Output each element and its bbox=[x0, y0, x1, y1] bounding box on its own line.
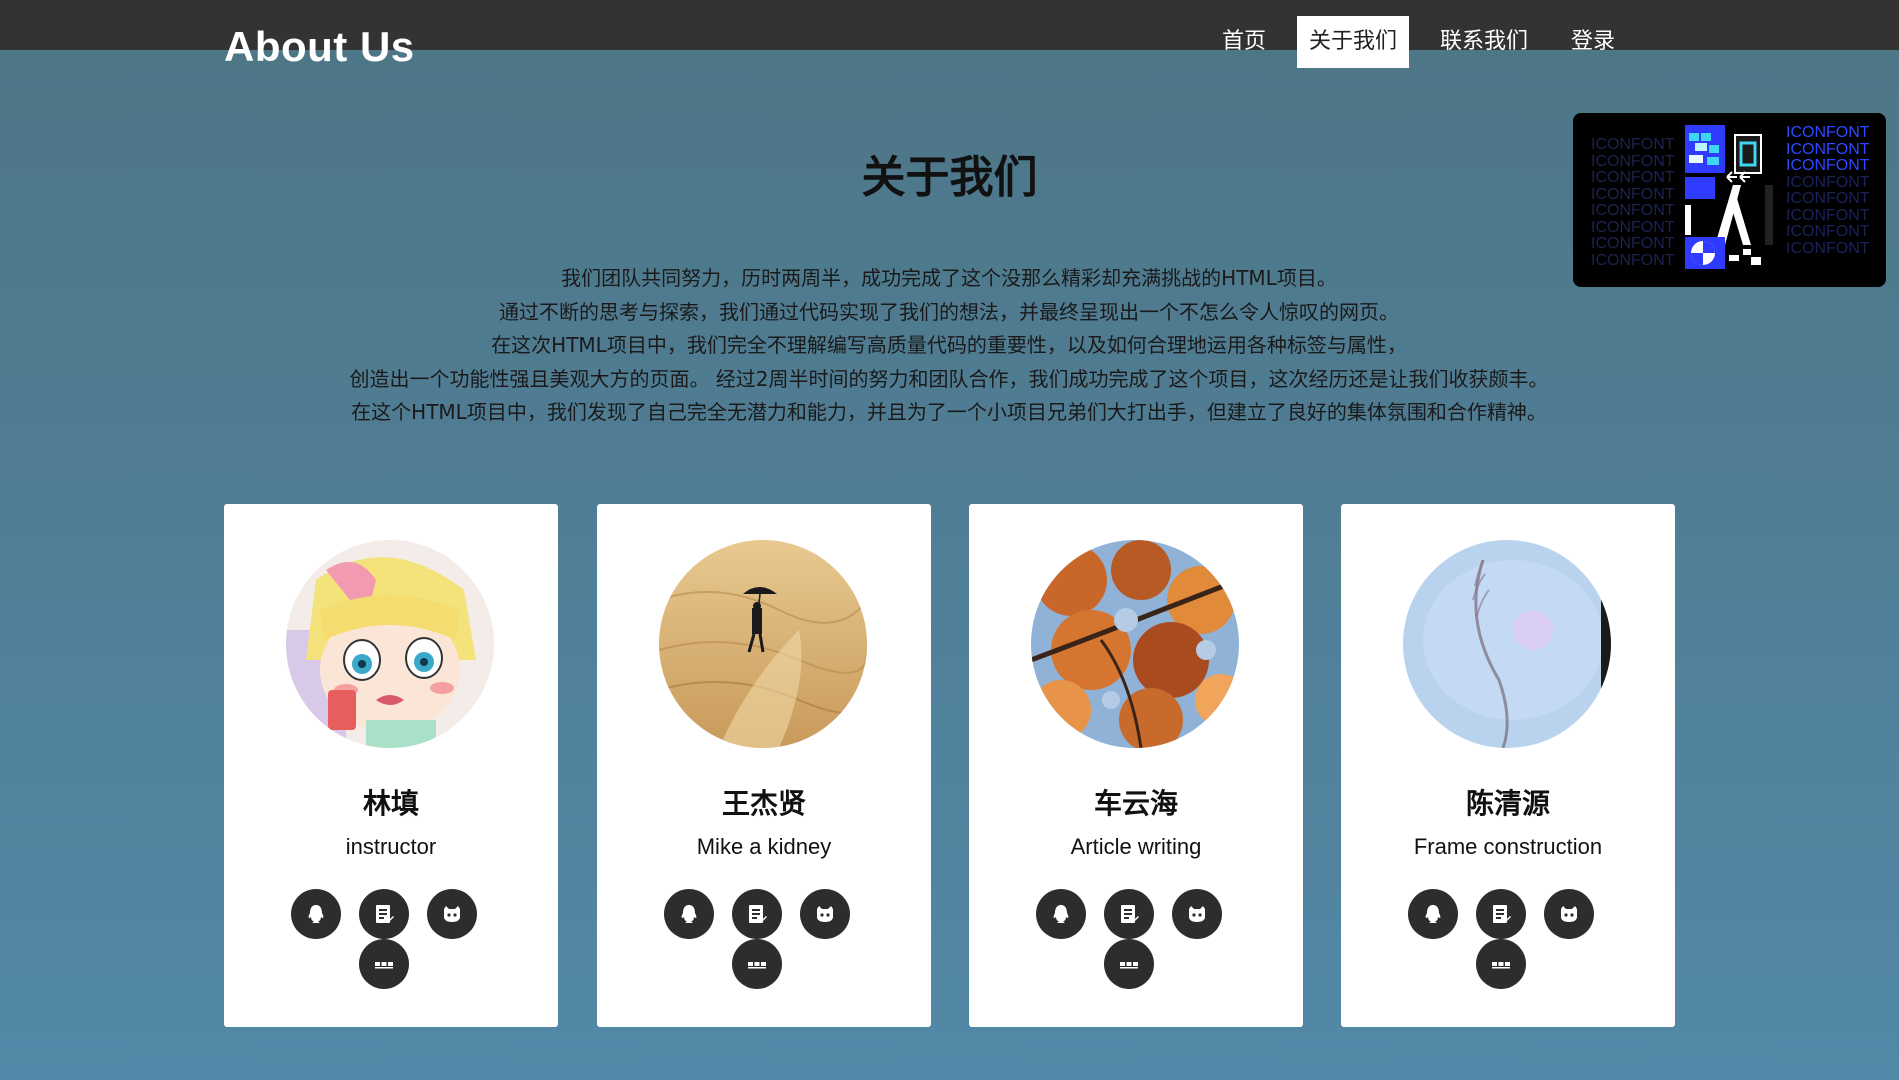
member-card: 王杰贤 Mike a kidney bbox=[597, 504, 931, 1027]
blog-icon[interactable] bbox=[732, 889, 782, 939]
blog-icon[interactable] bbox=[359, 889, 409, 939]
intro-line: 通过不断的思考与探索，我们通过代码实现了我们的想法，并最终呈现出一个不怎么令人惊… bbox=[499, 299, 1399, 324]
intro-text: 我们团队共同努力，历时两周半，成功完成了这个没那么精彩却充满挑战的HTML项目。… bbox=[224, 262, 1674, 430]
github-icon[interactable] bbox=[1172, 889, 1222, 939]
member-name: 车云海 bbox=[1093, 787, 1178, 820]
nav-contact[interactable]: 联系我们 bbox=[1428, 16, 1540, 68]
nav-login[interactable]: 登录 bbox=[1559, 16, 1627, 68]
intro-line: 创造出一个功能性强且美观大方的页面。 经过2周半时间的努力和团队合作，我们成功完… bbox=[349, 366, 1549, 391]
qq-icon[interactable] bbox=[664, 889, 714, 939]
blog-icon[interactable] bbox=[1476, 889, 1526, 939]
nav-home[interactable]: 首页 bbox=[1210, 16, 1278, 68]
blog-icon[interactable] bbox=[1104, 889, 1154, 939]
page-title: 关于我们 bbox=[861, 152, 1038, 203]
intro-line: 我们团队共同努力，历时两周半，成功完成了这个没那么精彩却充满挑战的HTML项目。 bbox=[561, 266, 1337, 290]
more-icon[interactable] bbox=[359, 939, 409, 989]
qq-icon[interactable] bbox=[291, 889, 341, 939]
member-role: instructor bbox=[345, 834, 437, 859]
more-icon[interactable] bbox=[1104, 939, 1154, 989]
more-icon[interactable] bbox=[732, 939, 782, 989]
member-name: 林填 bbox=[362, 787, 419, 820]
github-icon[interactable] bbox=[800, 889, 850, 939]
github-icon[interactable] bbox=[1544, 889, 1594, 939]
member-role: Article writing bbox=[1070, 834, 1202, 859]
member-name: 王杰贤 bbox=[721, 787, 806, 820]
member-role: Frame construction bbox=[1413, 834, 1603, 859]
member-name: 陈清源 bbox=[1465, 787, 1550, 820]
member-role: Mike a kidney bbox=[696, 834, 832, 859]
member-avatar bbox=[286, 540, 494, 748]
member-card: 车云海 Article writing bbox=[969, 504, 1303, 1027]
member-card: 陈清源 Frame construction bbox=[1341, 504, 1675, 1027]
member-card: 林填 instructor bbox=[224, 504, 558, 1027]
intro-line: 在这个HTML项目中，我们发现了自己完全无潜力和能力，并且为了一个小项目兄弟们大… bbox=[351, 400, 1547, 425]
nav-about[interactable]: 关于我们 bbox=[1297, 16, 1410, 68]
intro-line: 在这次HTML项目中，我们完全不理解编写高质量代码的重要性，以及如何合理地运用各… bbox=[491, 333, 1407, 358]
more-icon[interactable] bbox=[1476, 939, 1526, 989]
qq-icon[interactable] bbox=[1408, 889, 1458, 939]
member-avatar bbox=[659, 540, 867, 748]
qq-icon[interactable] bbox=[1036, 889, 1086, 939]
member-avatar bbox=[1031, 540, 1239, 748]
member-avatar bbox=[1403, 540, 1611, 748]
site-brand[interactable]: About Us bbox=[224, 26, 415, 68]
main-nav: 首页 关于我们 联系我们 登录 bbox=[1210, 16, 1646, 68]
github-icon[interactable] bbox=[427, 889, 477, 939]
